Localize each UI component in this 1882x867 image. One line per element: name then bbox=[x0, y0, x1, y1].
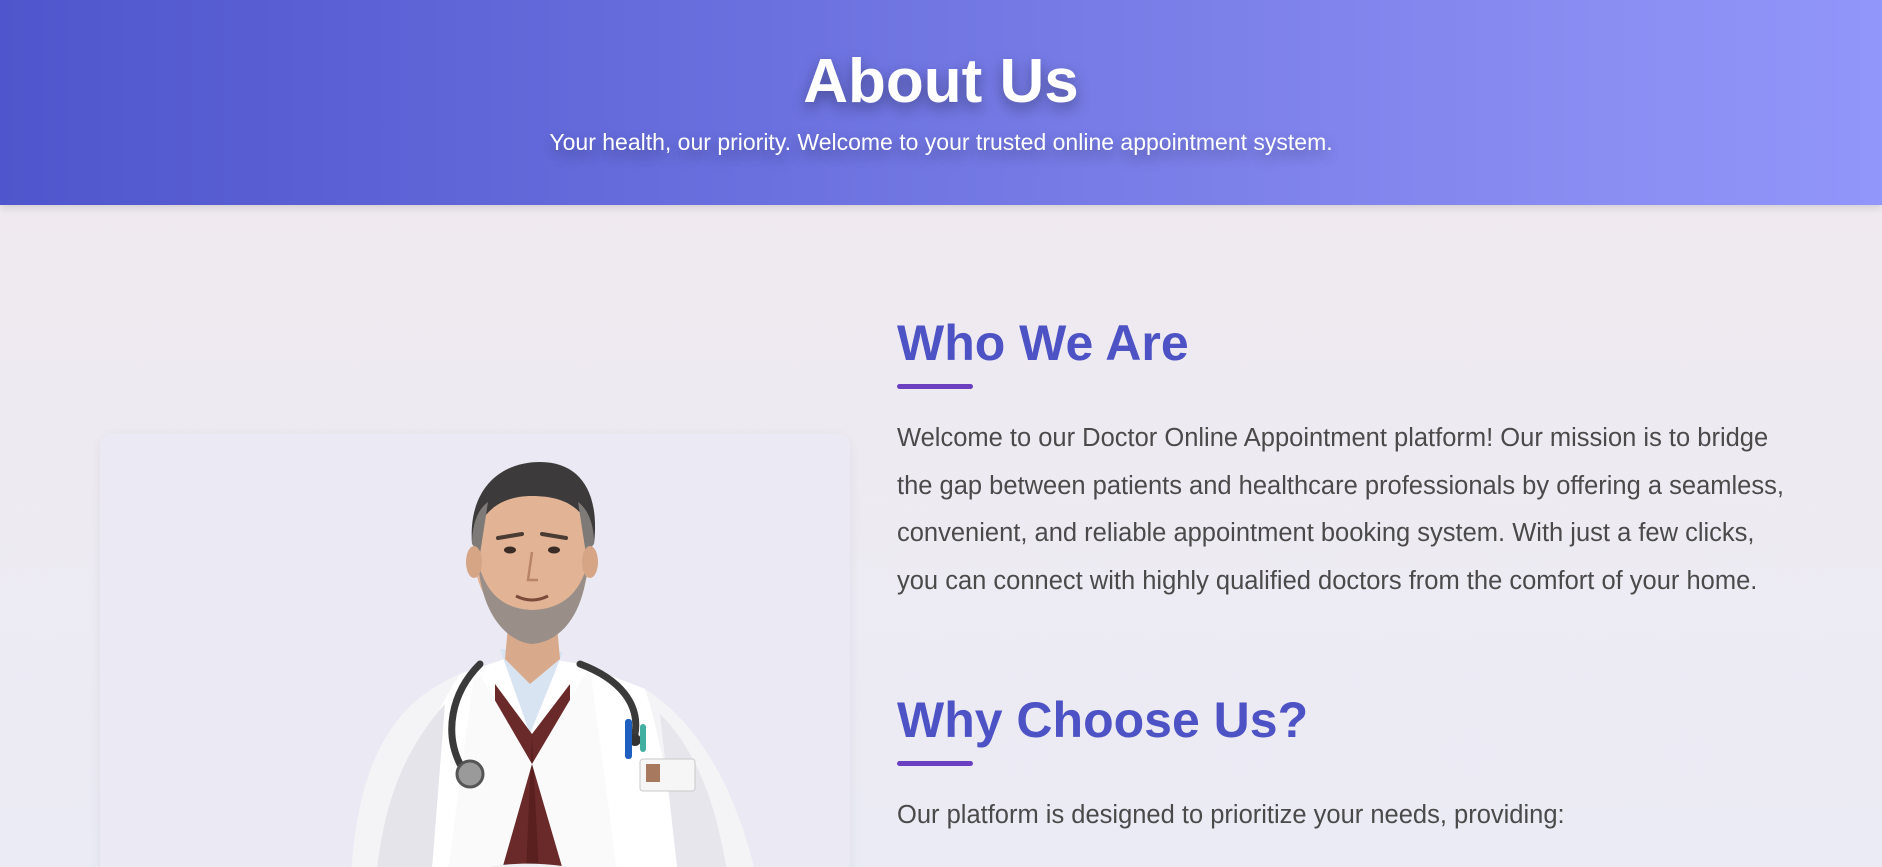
who-we-are-text: Welcome to our Doctor Online Appointment… bbox=[897, 424, 1784, 595]
who-we-are-heading: Who We Are bbox=[897, 315, 1189, 371]
doctor-image-card bbox=[100, 434, 850, 867]
page-subtitle: Your health, our priority. Welcome to yo… bbox=[549, 129, 1333, 155]
why-choose-us-heading: Why Choose Us? bbox=[897, 692, 1309, 748]
doctor-photo bbox=[351, 462, 754, 867]
heading-underline bbox=[897, 761, 973, 766]
heading-underline bbox=[897, 384, 973, 389]
hero-header: About Us Your health, our priority. Welc… bbox=[0, 0, 1882, 205]
page-title: About Us bbox=[803, 47, 1079, 116]
why-choose-us-text: Our platform is designed to prioritize y… bbox=[897, 801, 1565, 829]
